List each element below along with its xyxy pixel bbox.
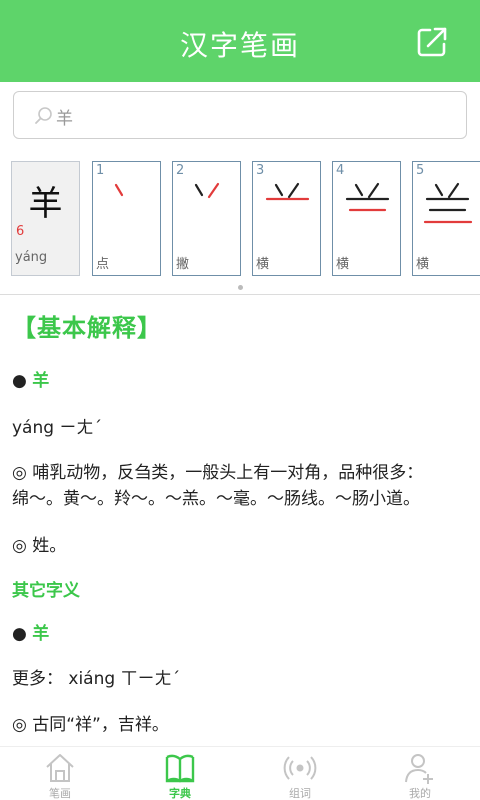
stroke-card-5[interactable]: 5 横 [412, 161, 480, 276]
tab-strokes[interactable]: 笔画 [0, 747, 120, 800]
stroke-name: 横 [336, 257, 350, 272]
more-pronunciation: 更多： xiáng ㄒㄧㄤˊ [12, 669, 181, 689]
page-title: 汉字笔画 [179, 29, 300, 62]
home-icon [46, 754, 74, 782]
tab-label: 笔画 [49, 787, 71, 800]
section-title: 【基本解释】 [12, 314, 162, 342]
search-bar [0, 82, 480, 148]
share-icon [417, 27, 447, 57]
user-add-icon [405, 754, 433, 784]
definition-line: ◎ 哺乳动物，反刍类，一般头上有一对角，品种很多： [12, 463, 424, 483]
character-glyph: 羊 [28, 184, 63, 224]
tab-label: 组词 [289, 787, 311, 800]
stroke-name: 撇 [176, 257, 190, 272]
app-header: 汉字笔画 [0, 0, 480, 82]
scroll-indicator [238, 285, 243, 290]
entry-heading: ● 羊 [12, 624, 50, 644]
definition-line: ◎ 古同“祥”，吉祥。 [12, 715, 169, 735]
entry-char: 羊 [32, 371, 50, 391]
share-button[interactable] [414, 24, 450, 60]
definition-content[interactable]: 【基本解释】 ● 羊 yáng ㄧㄤˊ ◎ 哺乳动物，反刍类，一般头上有一对角，… [0, 296, 480, 746]
definition-line: 绵～。黄～。羚～。～羔。～毫。～肠线。～肠小道。 [12, 489, 420, 509]
entry-heading: ● 羊 [12, 371, 50, 391]
pinyin-line: yáng ㄧㄤˊ [12, 418, 102, 438]
definition-line: ◎ 姓。 [12, 536, 67, 556]
other-meanings-title: 其它字义 [12, 581, 80, 601]
tab-words[interactable]: 组词 [240, 747, 360, 800]
tab-label: 我的 [409, 787, 431, 800]
book-icon [165, 754, 195, 783]
stroke-name: 横 [416, 257, 430, 272]
tab-label: 字典 [169, 787, 191, 800]
tab-mine[interactable]: 我的 [360, 747, 480, 800]
character-card: 羊 6 yáng [11, 161, 80, 276]
broadcast-icon [283, 756, 317, 780]
search-icon [35, 107, 52, 124]
stroke-card-3[interactable]: 3 横 [252, 161, 321, 276]
stroke-order-strip[interactable]: 羊 6 yáng 1 点 2 撇 3 横 4 横 5 横 [0, 150, 480, 295]
tab-dictionary[interactable]: 字典 [120, 747, 240, 800]
entry-char: 羊 [32, 624, 50, 644]
stroke-card-1[interactable]: 1 点 [92, 161, 161, 276]
stroke-count: 6 [16, 224, 25, 239]
search-input[interactable] [56, 103, 456, 129]
stroke-card-4[interactable]: 4 横 [332, 161, 401, 276]
stroke-name: 点 [96, 257, 110, 272]
stroke-card-2[interactable]: 2 撇 [172, 161, 241, 276]
character-pinyin: yáng [15, 250, 48, 265]
bottom-tab-bar: 笔画 字典 组词 我的 [0, 746, 480, 800]
search-box[interactable] [13, 91, 467, 139]
stroke-name: 横 [256, 257, 270, 272]
